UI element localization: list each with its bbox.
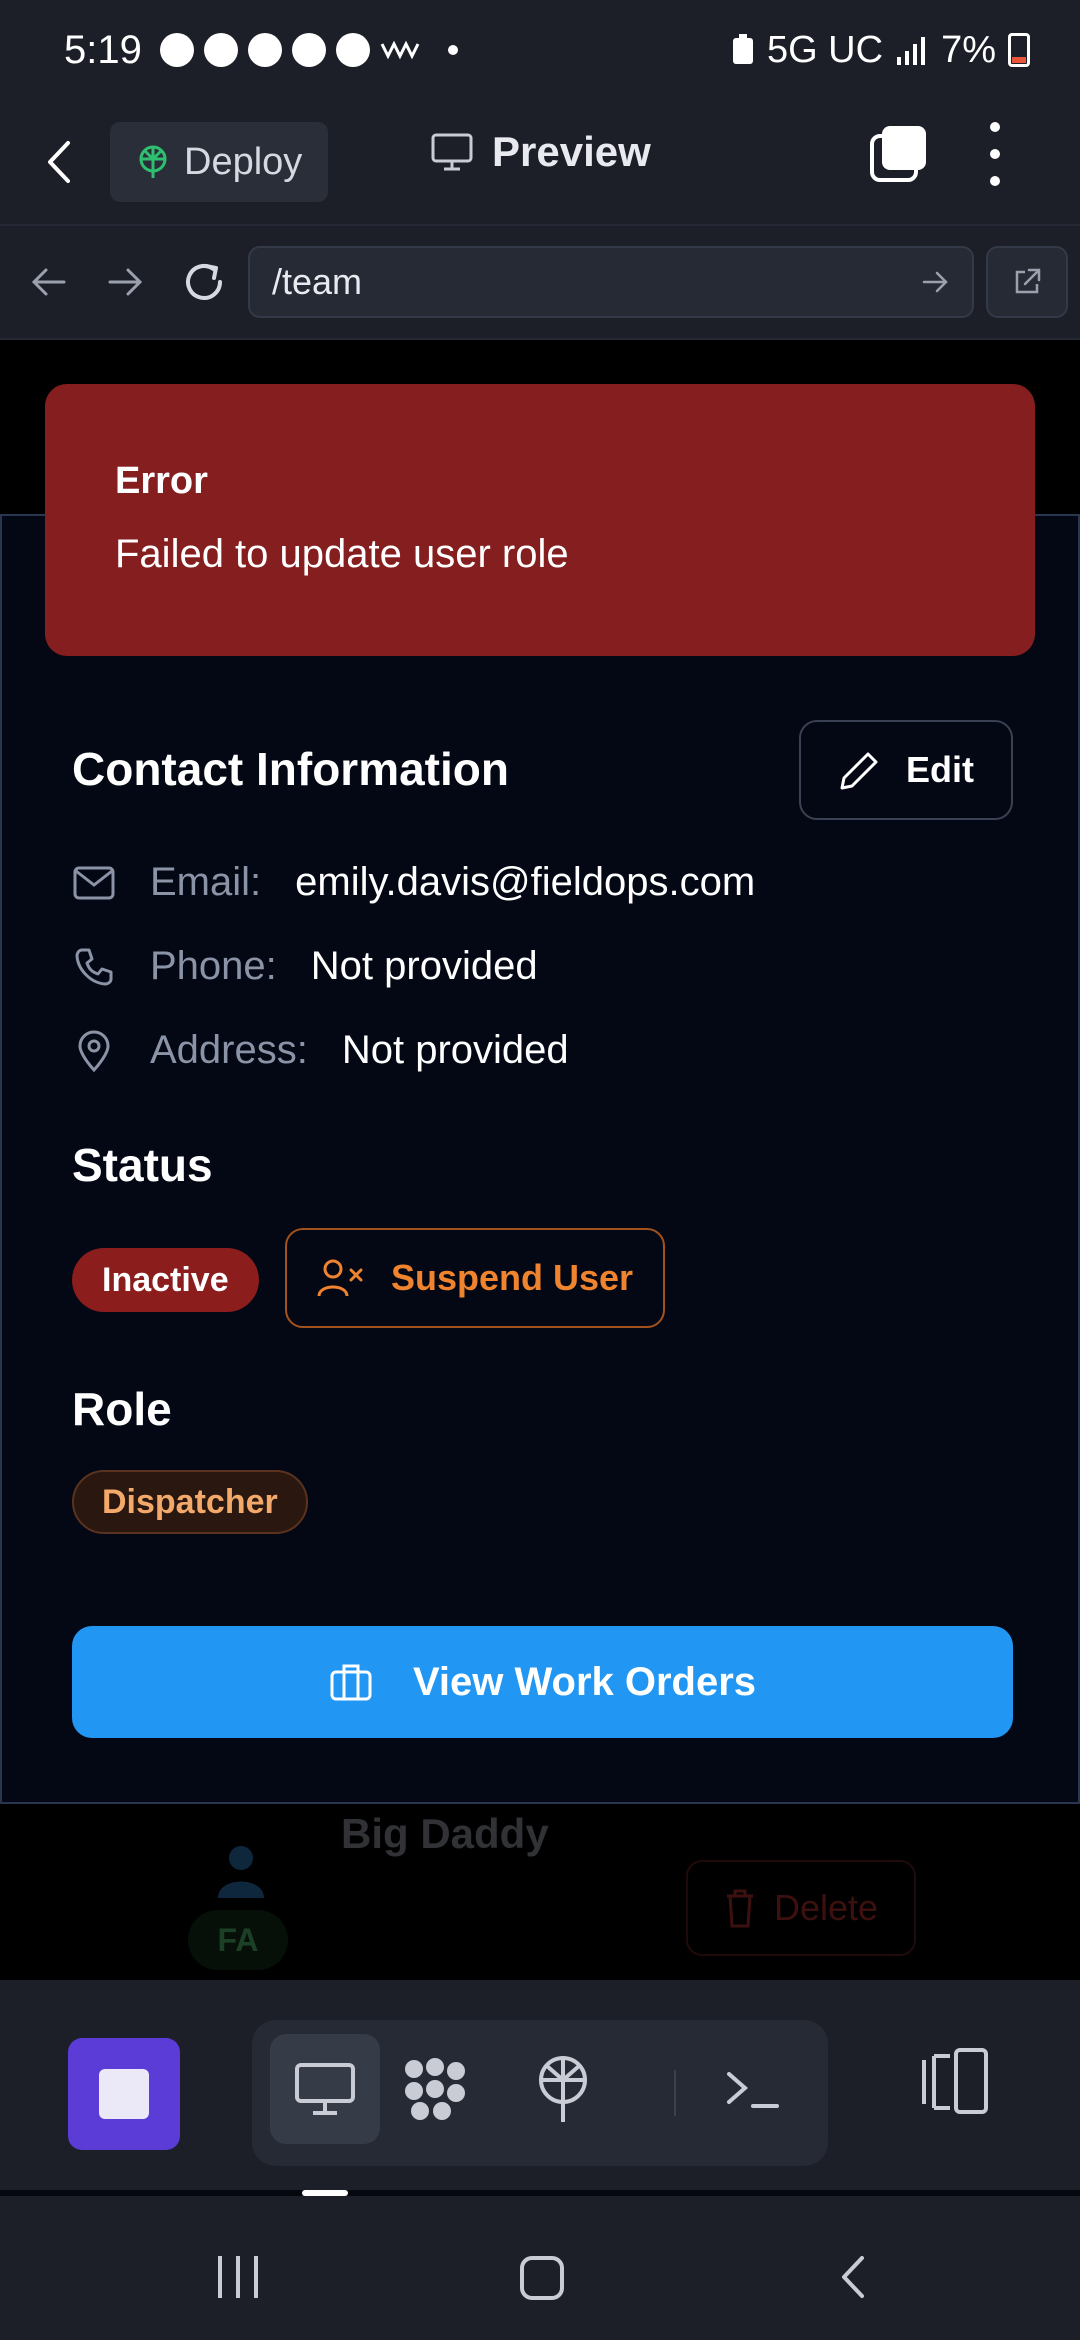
role-badge: Dispatcher: [72, 1470, 308, 1534]
messenger-icon: [247, 33, 282, 67]
toolbar-divider: [674, 2070, 676, 2116]
briefcase-icon: [330, 1664, 372, 1701]
notification-icons: [159, 33, 458, 67]
back-icon[interactable]: [40, 137, 80, 187]
email-label: Email:: [150, 860, 262, 904]
bottom-toolbar: [0, 1980, 1080, 2190]
deploy-label: Deploy: [184, 140, 303, 183]
stop-icon: [99, 2069, 149, 2119]
map-pin-icon: [72, 1029, 116, 1073]
messenger-icon: [203, 33, 238, 67]
battery-percent: 7%: [941, 28, 996, 71]
messenger-icon: [335, 33, 370, 67]
reload-icon[interactable]: [176, 254, 232, 310]
trash-icon: [726, 1889, 753, 1928]
split-view-icon[interactable]: [920, 2046, 992, 2116]
wave-icon: [380, 40, 420, 60]
url-input[interactable]: /team: [248, 246, 974, 318]
status-bar: 5:19 5G UC 7%: [0, 0, 1080, 100]
deploy-icon: [539, 2056, 587, 2122]
signal-icon: [897, 37, 926, 65]
terminal-icon: [727, 2072, 779, 2108]
preview-title: Preview: [430, 128, 651, 176]
toast-title: Error: [115, 460, 208, 502]
system-back-icon[interactable]: [830, 2252, 880, 2302]
battery-icon: [1008, 33, 1030, 67]
view-work-orders-label: View Work Orders: [412, 1659, 757, 1704]
edit-label: Edit: [906, 749, 974, 790]
edit-button[interactable]: Edit: [799, 720, 1013, 820]
battery-saver-icon: [732, 34, 753, 64]
integrations-tool-button[interactable]: [380, 2034, 490, 2144]
phone-row: Phone: Not provided: [72, 944, 538, 989]
more-notifications-dot: [447, 45, 458, 55]
deploy-tool-button[interactable]: [508, 2034, 618, 2144]
chat-icon: [159, 33, 194, 67]
person-icon: [218, 1846, 264, 1898]
role-section-title: Role: [72, 1383, 172, 1435]
stop-button[interactable]: [68, 2038, 180, 2150]
app-bar: Deploy Preview: [0, 100, 1080, 224]
deploy-icon: [139, 145, 167, 178]
more-menu-button[interactable]: [980, 122, 1010, 186]
toast-message: Failed to update user role: [115, 532, 569, 576]
address-row: Address: Not provided: [72, 1028, 569, 1073]
address-label: Address:: [150, 1028, 308, 1072]
background-initials-badge: FA: [188, 1910, 288, 1970]
open-external-button[interactable]: [986, 246, 1068, 318]
network-type: 5G UC: [766, 28, 884, 71]
phone-value: Not provided: [310, 944, 538, 988]
messenger-icon: [291, 33, 326, 67]
tabs-icon[interactable]: [868, 124, 928, 184]
view-work-orders-button[interactable]: View Work Orders: [72, 1626, 1013, 1738]
email-row: Email: emily.davis@fieldops.com: [72, 860, 755, 905]
status-badge: Inactive: [72, 1248, 259, 1312]
go-arrow-icon[interactable]: [922, 270, 950, 294]
external-link-icon: [1015, 268, 1041, 294]
user-x-icon: [317, 1259, 363, 1297]
error-toast[interactable]: Error Failed to update user role: [45, 384, 1035, 656]
preview-tool-button[interactable]: [270, 2034, 380, 2144]
home-button[interactable]: [520, 2256, 564, 2300]
status-section-title: Status: [72, 1139, 213, 1191]
background-delete-button: Delete: [686, 1860, 916, 1956]
background-user-name: Big Daddy: [341, 1810, 549, 1857]
preview-label: Preview: [492, 128, 651, 175]
mail-icon: [72, 861, 116, 905]
console-tool-button[interactable]: [698, 2034, 808, 2144]
browser-forward-icon[interactable]: [98, 254, 154, 310]
user-detail-dialog: Contact Information Edit Email: emily.da…: [0, 514, 1080, 1804]
system-nav-bar: [0, 2196, 1080, 2340]
tool-group: [252, 2020, 828, 2166]
phone-icon: [72, 945, 116, 989]
monitor-icon: [295, 2063, 355, 2115]
phone-label: Phone:: [150, 944, 277, 988]
suspend-user-label: Suspend User: [390, 1257, 634, 1298]
contact-section-title: Contact Information: [72, 743, 509, 795]
deploy-button[interactable]: Deploy: [110, 122, 329, 202]
url-text: /team: [272, 261, 363, 302]
address-value: Not provided: [341, 1028, 569, 1072]
status-time: 5:19: [64, 27, 142, 72]
browser-back-icon[interactable]: [20, 254, 76, 310]
nodes-icon: [405, 2058, 465, 2120]
browser-toolbar: /team: [0, 224, 1080, 340]
recents-button[interactable]: [218, 2256, 258, 2298]
suspend-user-button[interactable]: Suspend User: [285, 1228, 665, 1328]
email-value: emily.davis@fieldops.com: [295, 860, 756, 904]
pencil-icon: [840, 752, 878, 790]
monitor-icon: [431, 133, 473, 171]
